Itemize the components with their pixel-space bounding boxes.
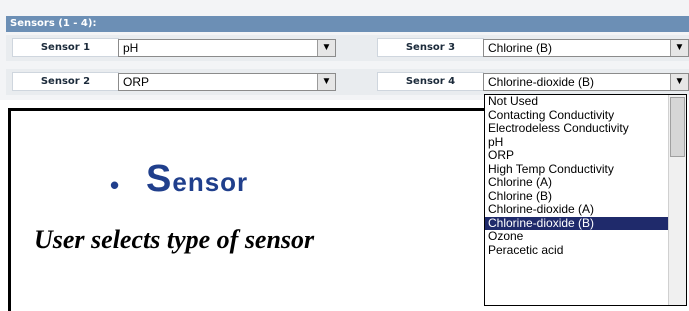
option-chlorine-dioxide-a[interactable]: Chlorine-dioxide (A) — [485, 202, 686, 217]
sensor-1-select[interactable]: pH ▼ — [118, 39, 336, 57]
panel-header: Sensors (1 - 4): — [6, 16, 689, 32]
sensor-4-options-list[interactable]: Not Used Contacting Conductivity Electro… — [484, 94, 687, 306]
dropdown-arrow-icon[interactable]: ▼ — [317, 74, 335, 90]
sensor-3-select[interactable]: Chlorine (B) ▼ — [483, 39, 689, 57]
title-rest: ensor — [172, 167, 249, 197]
option-electrodeless-conductivity[interactable]: Electrodeless Conductivity — [485, 121, 686, 136]
sensor-row-2: Sensor 2 ORP ▼ Sensor 4 Chlorine-dioxide… — [6, 69, 689, 95]
sensor-4-select[interactable]: Chlorine-dioxide (B) ▼ — [483, 73, 689, 91]
dropdown-arrow-icon[interactable]: ▼ — [670, 74, 688, 90]
option-not-used[interactable]: Not Used — [485, 94, 686, 109]
options-scrollbar[interactable] — [668, 95, 686, 305]
sensor-4-value: Chlorine-dioxide (B) — [488, 75, 595, 89]
sensor-1-value: pH — [123, 41, 139, 55]
slide-subtitle: User selects type of sensor — [34, 225, 315, 254]
option-high-temp-conductivity[interactable]: High Temp Conductivity — [485, 162, 686, 177]
sensor-2-label: Sensor 2 — [12, 72, 119, 91]
slide-title: Sensor — [146, 158, 248, 201]
sensor-settings-panel: Sensors (1 - 4): Sensor 1 pH ▼ Sensor 3 … — [0, 0, 689, 100]
sensor-2-select[interactable]: ORP ▼ — [118, 73, 336, 91]
sensor-4-label: Sensor 4 — [377, 72, 484, 91]
option-orp[interactable]: ORP — [485, 148, 686, 163]
sensor-row-1: Sensor 1 pH ▼ Sensor 3 Chlorine (B) ▼ — [6, 35, 689, 61]
dropdown-arrow-icon[interactable]: ▼ — [317, 40, 335, 56]
option-chlorine-b[interactable]: Chlorine (B) — [485, 189, 686, 204]
option-ph[interactable]: pH — [485, 135, 686, 150]
option-chlorine-a[interactable]: Chlorine (A) — [485, 175, 686, 190]
bullet-icon: • — [110, 170, 120, 200]
title-first-letter: S — [146, 158, 173, 200]
dropdown-arrow-icon[interactable]: ▼ — [670, 40, 688, 56]
sensor-2-value: ORP — [123, 75, 150, 89]
option-chlorine-dioxide-b-selected[interactable]: Chlorine-dioxide (B) — [485, 216, 686, 230]
option-contacting-conductivity[interactable]: Contacting Conductivity — [485, 108, 686, 123]
option-peracetic-acid[interactable]: Peracetic acid — [485, 243, 686, 258]
option-ozone[interactable]: Ozone — [485, 229, 686, 244]
presentation-slide — [8, 108, 486, 311]
scrollbar-thumb[interactable] — [670, 97, 685, 157]
sensor-3-label: Sensor 3 — [377, 38, 484, 57]
sensor-1-label: Sensor 1 — [12, 38, 119, 57]
sensor-3-value: Chlorine (B) — [488, 41, 553, 55]
